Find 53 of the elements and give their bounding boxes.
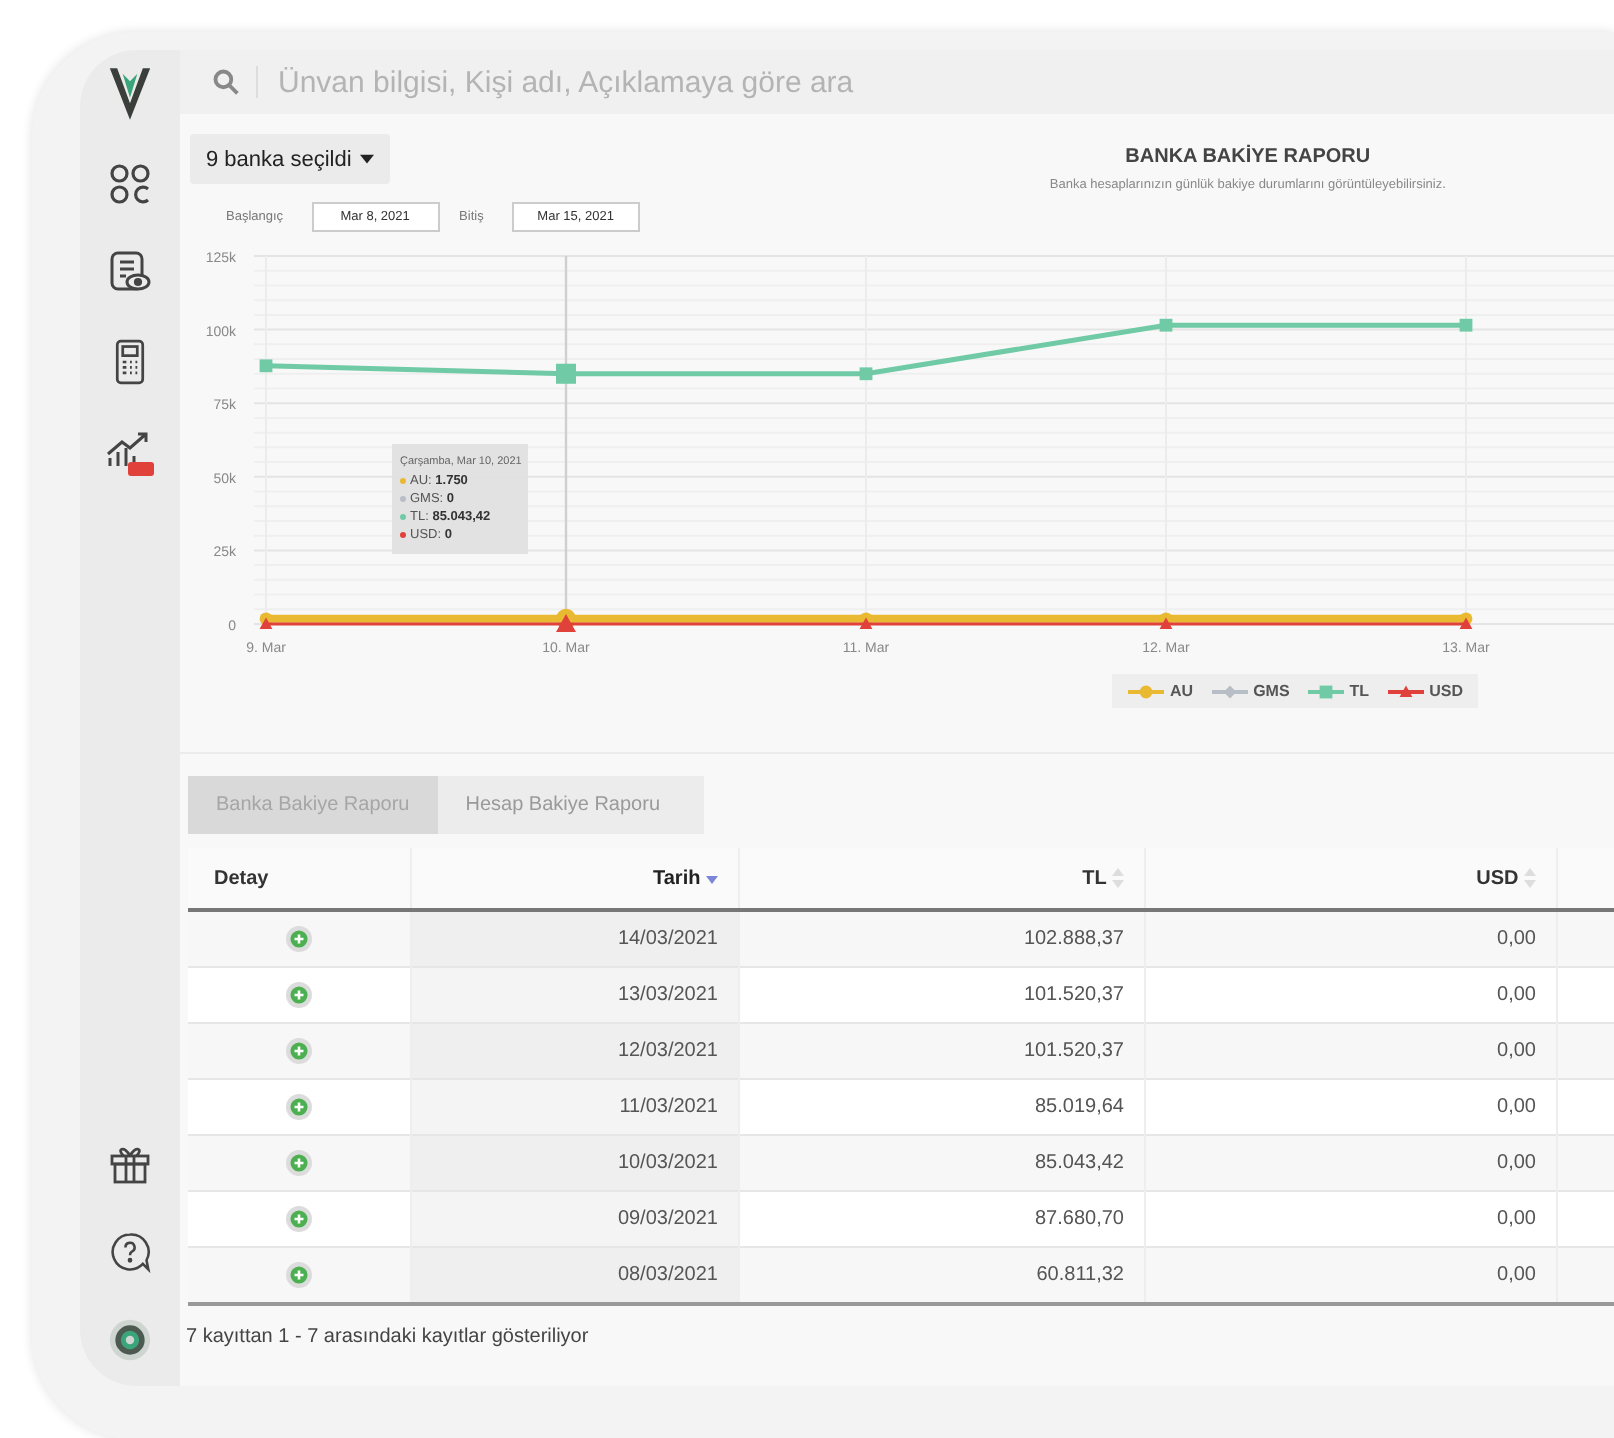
search-bar[interactable]: Ünvan bilgisi, Kişi adı, Açıklamaya göre ara <box>180 50 1614 114</box>
search-icon <box>212 68 240 96</box>
table-cell: 08/03/2021 <box>411 1247 739 1304</box>
table-cell: 0,00 <box>1145 1135 1557 1191</box>
report-title: BANKA BAKİYE RAPORU <box>1123 146 1373 168</box>
table-cell: 87.680,70 <box>739 1191 1145 1247</box>
table-cell: 101.520,37 <box>739 1023 1145 1079</box>
table-cell: 0,00 <box>1145 910 1557 967</box>
table-cell: 0,00 <box>1145 1079 1557 1135</box>
legend-item[interactable]: GMS <box>1211 682 1290 700</box>
sort-icon <box>1112 867 1124 888</box>
column-header[interactable]: USD <box>1145 848 1557 910</box>
legend-item[interactable]: USD <box>1387 682 1463 700</box>
table-cell: 14/03/2021 <box>411 910 739 967</box>
column-header[interactable]: Tarih <box>411 848 739 910</box>
sort-icon <box>1524 867 1536 888</box>
grid-icon[interactable] <box>108 162 152 206</box>
expand-icon[interactable] <box>286 1262 312 1288</box>
column-header: Detay <box>188 848 411 910</box>
bar-chart-icon[interactable] <box>104 430 156 478</box>
expand-icon[interactable] <box>286 1150 312 1176</box>
logo-icon <box>108 66 152 122</box>
expand-icon[interactable] <box>286 982 312 1008</box>
table-cell: 13/03/2021 <box>411 967 739 1023</box>
caret-icon <box>359 154 374 164</box>
table-cell: 85.019,64 <box>739 1079 1145 1135</box>
column-header[interactable]: TL <box>739 848 1145 910</box>
legend-item[interactable]: AU <box>1128 682 1194 700</box>
table-cell: 12/03/2021 <box>411 1023 739 1079</box>
table-cell: 0,00 <box>1145 1191 1557 1247</box>
expand-icon[interactable] <box>286 1038 312 1064</box>
table-info-text: 7 kayıttan 1 - 7 arasındaki kayıtlar gösteriliyor <box>186 1326 591 1348</box>
document-eye-icon[interactable] <box>108 250 152 294</box>
table-cell: 09/03/2021 <box>411 1191 739 1247</box>
table-cell: 10/03/2021 <box>411 1135 739 1191</box>
expand-icon[interactable] <box>286 926 312 952</box>
table-cell: 85.043,42 <box>739 1135 1145 1191</box>
table-cell: 0,00 <box>1145 967 1557 1023</box>
search-field[interactable]: Ünvan bilgisi, Kişi adı, Açıklamaya göre ara <box>274 63 1082 101</box>
table-cell: 60.811,32 <box>739 1247 1145 1304</box>
gift-icon[interactable] <box>108 1142 152 1186</box>
expand-icon[interactable] <box>286 1094 312 1120</box>
table-cell: 102.888,37 <box>739 910 1145 967</box>
bank-filter-dropdown[interactable]: 9 banka seçildi <box>190 134 390 184</box>
table-cell: 101.520,37 <box>739 967 1145 1023</box>
legend-item[interactable]: TL <box>1307 682 1370 700</box>
expand-icon[interactable] <box>286 1206 312 1232</box>
pos-terminal-icon[interactable] <box>110 338 150 386</box>
settings-icon[interactable] <box>108 1318 152 1362</box>
table-cell: 0,00 <box>1145 1247 1557 1304</box>
table-cell: 11/03/2021 <box>411 1079 739 1135</box>
table-cell: 0,00 <box>1145 1023 1557 1079</box>
help-icon[interactable] <box>108 1230 152 1274</box>
